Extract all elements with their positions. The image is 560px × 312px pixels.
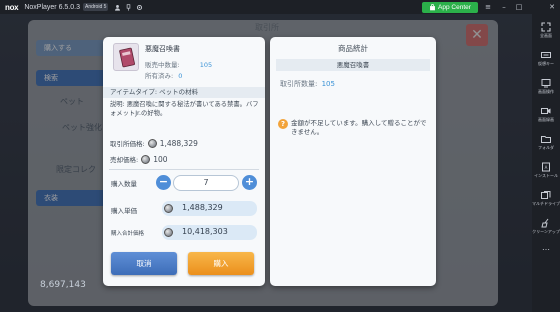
item-name: 悪魔召喚書: [145, 45, 180, 53]
pin-icon[interactable]: [125, 3, 132, 11]
sidebar-label: インストール: [534, 173, 558, 178]
buy-button[interactable]: 購入: [188, 252, 254, 275]
sidebar-item-install[interactable]: A インストール: [532, 162, 560, 179]
sidebar-item-fullscreen[interactable]: 全画面: [532, 22, 560, 39]
item-type: アイテムタイプ: ペットの材料: [103, 87, 265, 98]
app-center-label: App Center: [438, 4, 471, 11]
divider: [109, 169, 259, 170]
fullscreen-icon: [541, 22, 551, 32]
keyboard-icon: [541, 52, 551, 58]
nox-logo: nox: [5, 2, 19, 12]
warning-text: 金額が不足しています。購入して贈ることができません。: [291, 119, 427, 136]
sidebar-item-more[interactable]: …: [532, 242, 560, 252]
settings-icon[interactable]: [136, 4, 143, 11]
zeny-coin-icon: [141, 154, 151, 164]
owned-row: 所有済み: 0: [145, 70, 182, 80]
zeny-coin-icon: [164, 204, 173, 213]
stats-dialog: 商品統計 悪魔召喚書 取引所数量: 105 ? 金額が不足しています。購入して贈…: [270, 37, 436, 286]
total-price-label: 購入合計価格: [111, 231, 145, 237]
quantity-input[interactable]: 7: [173, 175, 239, 191]
unit-price-value: 1,488,329: [182, 203, 223, 212]
book-icon: [119, 47, 135, 68]
menu-icon[interactable]: ≡: [484, 3, 492, 11]
on-sale-value: 105: [199, 61, 213, 69]
warning-icon: ?: [278, 119, 288, 129]
app-title: NoxPlayer 6.5.0.3: [24, 3, 80, 11]
sidebar-item-screen[interactable]: 画面操作: [532, 78, 560, 95]
stats-count-row: 取引所数量: 105: [280, 79, 335, 89]
record-icon: [541, 108, 551, 114]
multi-icon: [541, 191, 551, 199]
quantity-plus-button[interactable]: +: [242, 175, 257, 190]
unit-price-box: 1,488,329: [162, 201, 257, 216]
sell-price-label: 売却価格:: [110, 156, 139, 164]
owned-label: 所有済み:: [145, 72, 174, 80]
insufficient-funds-warning: ? 金額が不足しています。購入して贈ることができません。: [278, 119, 428, 137]
market-price-label: 取引所価格:: [110, 140, 145, 148]
sidebar-item-multi[interactable]: マルチドライブ: [532, 190, 560, 207]
total-price-box: 10,418,303: [162, 225, 257, 240]
on-sale-row: 販売中数量: 105: [145, 59, 212, 69]
sell-price-value: 100: [153, 154, 168, 164]
zeny-balance: 8,697,143: [40, 280, 86, 290]
apk-icon: A: [542, 162, 550, 172]
user-icon[interactable]: [114, 4, 121, 11]
screen-icon: [541, 79, 551, 88]
stats-count-label: 取引所数量:: [280, 80, 318, 88]
market-price-value: 1,488,329: [159, 138, 198, 148]
folder-icon: [541, 136, 551, 143]
stats-item-name: 悪魔召喚書: [276, 59, 430, 71]
bag-icon: [430, 4, 435, 11]
zeny-coin-icon: [147, 138, 157, 148]
stats-title: 商品統計: [338, 44, 368, 53]
more-icon: …: [542, 243, 550, 252]
item-description: 説明: 悪魔召喚に関する秘法が書いてある禁書。バフォメットJr.の好物。: [110, 101, 259, 117]
owned-value: 0: [178, 72, 183, 80]
quantity-minus-button[interactable]: −: [156, 175, 171, 190]
item-thumbnail: [113, 43, 139, 71]
sidebar-label: 全画面: [540, 33, 552, 38]
purchase-dialog: 悪魔召喚書 販売中数量: 105 所有済み: 0 アイテムタイプ: ペットの材料…: [103, 37, 265, 286]
sidebar-label: 画面録画: [538, 117, 554, 122]
sell-price-row: 売却価格: 100: [110, 154, 168, 164]
app-center-button[interactable]: App Center: [422, 2, 478, 13]
sidebar-label: クリーンアップ: [532, 229, 560, 234]
on-sale-label: 販売中数量:: [145, 61, 180, 69]
maximize-icon[interactable]: □: [515, 3, 523, 11]
android-version-badge: Android 5: [82, 3, 109, 11]
sidebar-item-cleanup[interactable]: クリーンアップ: [532, 218, 560, 235]
modal-dimmer: [0, 14, 532, 312]
sidebar-label: 仮想キー: [538, 61, 554, 66]
sidebar-label: マルチドライブ: [532, 201, 560, 206]
game-viewport: 取引所 ✕ 購入する 検索 ペット ペット強化 限定コレク 衣装 8,697,1…: [0, 14, 532, 312]
sidebar-item-keyboard[interactable]: 仮想キー: [532, 50, 560, 67]
minimize-icon[interactable]: –: [500, 3, 508, 11]
sidebar-label: 画面操作: [538, 89, 554, 94]
sidebar-item-record[interactable]: 画面録画: [532, 106, 560, 123]
stats-count-value: 105: [321, 80, 335, 88]
quantity-label: 購入数量: [111, 180, 137, 188]
total-price-value: 10,418,303: [182, 227, 228, 236]
zeny-coin-icon: [164, 228, 173, 237]
svg-text:A: A: [545, 165, 548, 170]
cancel-button[interactable]: 取消: [111, 252, 177, 275]
unit-price-label: 購入単価: [111, 207, 137, 215]
sidebar-label: フォルダ: [538, 145, 554, 150]
sidebar-item-folder[interactable]: フォルダ: [532, 134, 560, 151]
broom-icon: [541, 218, 549, 228]
close-icon[interactable]: ✕: [548, 3, 556, 11]
emulator-sidebar: 全画面 仮想キー 画面操作 画面録画 フォルダ A インストール マルチドライブ…: [532, 14, 560, 312]
market-price-row: 取引所価格: 1,488,329: [110, 138, 198, 148]
